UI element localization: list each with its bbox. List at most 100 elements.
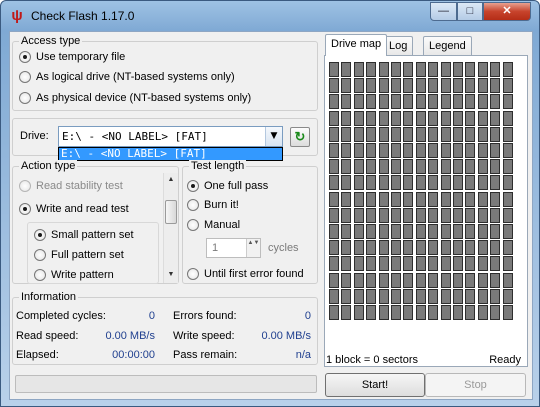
map-block <box>329 289 339 304</box>
map-block <box>416 224 426 239</box>
map-block <box>379 240 389 255</box>
map-block <box>403 62 413 77</box>
map-block <box>478 111 488 126</box>
stepper-arrows-icon[interactable]: ▲▼ <box>246 239 260 257</box>
map-block <box>441 289 451 304</box>
map-block <box>416 240 426 255</box>
map-block <box>341 240 351 255</box>
elapsed-label: Elapsed: <box>16 349 59 361</box>
action-option-read-stability[interactable]: Read stability test <box>19 180 123 192</box>
title-bar[interactable]: ψ Check Flash 1.17.0 — □ ✕ <box>1 1 539 31</box>
test-option-manual[interactable]: Manual <box>187 219 240 231</box>
map-block <box>428 78 438 93</box>
map-block <box>416 143 426 158</box>
map-block <box>354 289 364 304</box>
radio-icon[interactable] <box>34 249 46 261</box>
radio-icon[interactable] <box>19 92 31 104</box>
drive-select-value: E:\ - <NO LABEL> [FAT] <box>62 130 208 143</box>
tab-legend[interactable]: Legend <box>423 36 472 56</box>
map-block <box>453 289 463 304</box>
radio-icon[interactable] <box>187 219 199 231</box>
drive-dropdown-list[interactable]: E:\ - <NO LABEL> [FAT] <box>58 147 283 161</box>
pattern-option-small[interactable]: Small pattern set <box>34 229 134 241</box>
access-option-temp-file[interactable]: Use temporary file <box>19 51 125 63</box>
map-block <box>490 143 500 158</box>
map-block <box>341 111 351 126</box>
action-option-write-read[interactable]: Write and read test <box>19 203 129 215</box>
map-block <box>441 111 451 126</box>
radio-icon[interactable] <box>187 199 199 211</box>
map-block <box>391 256 401 271</box>
map-block <box>354 159 364 174</box>
action-scrollbar[interactable]: ▲ ▼ <box>163 173 178 283</box>
map-block <box>329 256 339 271</box>
map-block <box>416 175 426 190</box>
map-block <box>441 256 451 271</box>
drive-dropdown-item[interactable]: E:\ - <NO LABEL> [FAT] <box>59 148 282 160</box>
map-block <box>379 256 389 271</box>
map-block <box>329 240 339 255</box>
map-block <box>329 159 339 174</box>
access-option-physical[interactable]: As physical device (NT-based systems onl… <box>19 92 251 104</box>
minimize-button[interactable]: — <box>430 2 457 21</box>
stop-button[interactable]: Stop <box>425 373 526 397</box>
map-block <box>379 192 389 207</box>
radio-icon[interactable] <box>187 268 199 280</box>
tab-log[interactable]: Log <box>383 36 414 56</box>
scroll-down-icon[interactable]: ▼ <box>164 268 178 282</box>
map-block <box>403 127 413 142</box>
map-block <box>391 159 401 174</box>
pattern-option-full[interactable]: Full pattern set <box>34 249 124 261</box>
start-button[interactable]: Start! <box>325 373 425 397</box>
map-block <box>354 78 364 93</box>
cycles-stepper[interactable]: 1 ▲▼ <box>206 238 261 258</box>
map-block <box>379 127 389 142</box>
map-block <box>453 256 463 271</box>
map-block <box>465 289 475 304</box>
window-title: Check Flash 1.17.0 <box>31 9 135 23</box>
completed-cycles-label: Completed cycles: <box>16 310 106 322</box>
radio-icon[interactable] <box>187 180 199 192</box>
refresh-button[interactable]: ↻ <box>290 127 310 147</box>
close-button[interactable]: ✕ <box>483 2 531 21</box>
map-block <box>354 143 364 158</box>
action-type-group: Action type Read stability test Write an… <box>12 160 179 284</box>
cycles-label: cycles <box>268 242 299 254</box>
tab-drive-map[interactable]: Drive map <box>325 34 388 56</box>
map-block <box>453 159 463 174</box>
radio-icon[interactable] <box>19 203 31 215</box>
test-option-burn[interactable]: Burn it! <box>187 199 239 211</box>
map-block <box>490 62 500 77</box>
drive-select[interactable]: E:\ - <NO LABEL> [FAT] ▼ <box>58 126 283 147</box>
map-block <box>465 94 475 109</box>
map-block <box>428 94 438 109</box>
radio-icon[interactable] <box>19 71 31 83</box>
map-block <box>503 94 513 109</box>
test-option-one-pass[interactable]: One full pass <box>187 180 268 192</box>
map-block <box>441 273 451 288</box>
map-block <box>428 289 438 304</box>
map-block <box>403 273 413 288</box>
scroll-thumb[interactable] <box>165 200 177 224</box>
map-block <box>478 78 488 93</box>
access-option-logical[interactable]: As logical drive (NT-based systems only) <box>19 71 235 83</box>
map-block <box>478 192 488 207</box>
radio-icon[interactable] <box>19 180 31 192</box>
chevron-down-icon[interactable]: ▼ <box>265 127 282 146</box>
map-block <box>490 256 500 271</box>
test-option-until-error[interactable]: Until first error found <box>187 268 304 280</box>
maximize-button[interactable]: □ <box>457 2 483 21</box>
scroll-up-icon[interactable]: ▲ <box>164 173 178 187</box>
radio-icon[interactable] <box>19 51 31 63</box>
map-block <box>341 175 351 190</box>
app-logo-icon: ψ <box>11 7 23 24</box>
radio-icon[interactable] <box>34 269 46 281</box>
map-block <box>503 62 513 77</box>
pattern-option-write[interactable]: Write pattern <box>34 269 114 281</box>
map-block <box>341 94 351 109</box>
map-block <box>465 273 475 288</box>
map-block <box>441 159 451 174</box>
map-block <box>341 208 351 223</box>
map-block <box>503 111 513 126</box>
radio-icon[interactable] <box>34 229 46 241</box>
